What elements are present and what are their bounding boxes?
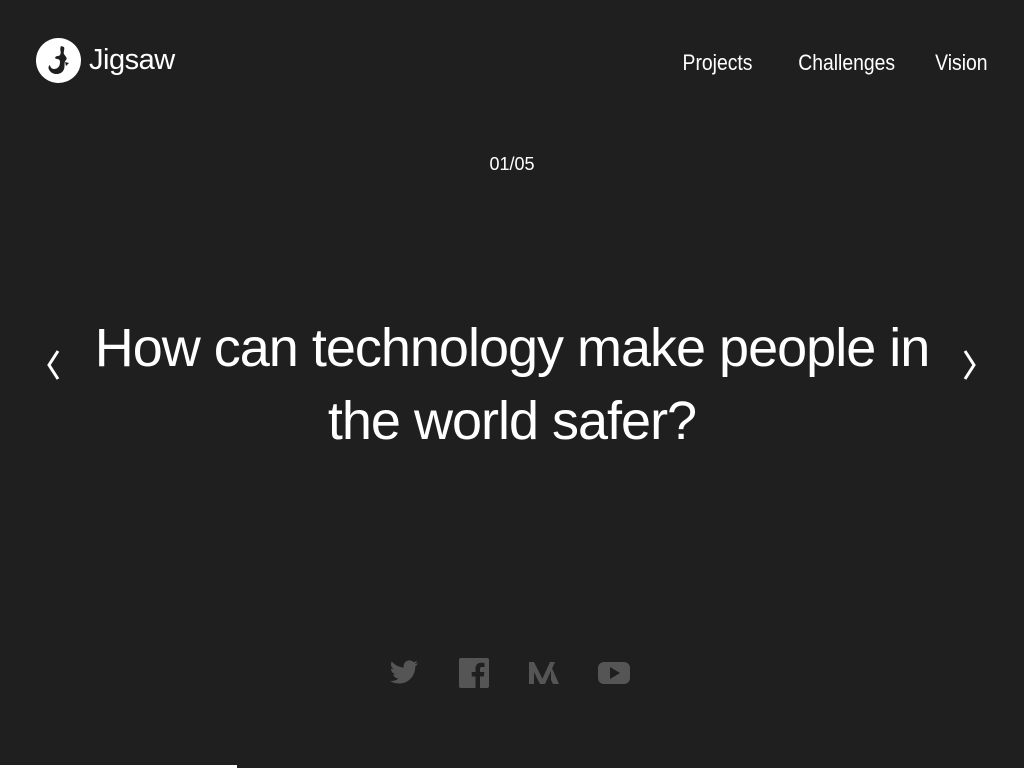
prev-slide-button[interactable]	[38, 340, 68, 390]
main-nav: Projects Challenges Vision	[673, 50, 988, 76]
medium-icon	[529, 662, 559, 684]
slide-title: How can technology make people in the wo…	[94, 318, 931, 451]
facebook-link[interactable]	[458, 656, 490, 690]
twitter-icon	[389, 660, 418, 684]
youtube-icon	[598, 662, 630, 684]
next-slide-button[interactable]	[955, 340, 985, 390]
nav-item-vision[interactable]: Vision	[936, 50, 988, 76]
nav-item-challenges[interactable]: Challenges	[799, 50, 896, 76]
brand-name: Jigsaw	[89, 44, 175, 76]
social-links	[388, 656, 630, 690]
twitter-link[interactable]	[388, 656, 420, 690]
chevron-left-icon	[47, 350, 60, 380]
facebook-icon	[459, 658, 489, 688]
slide-counter: 01/05	[489, 154, 535, 174]
chevron-right-icon	[963, 350, 976, 380]
logo-link[interactable]: Jigsaw	[36, 38, 175, 83]
nav-item-projects[interactable]: Projects	[682, 50, 752, 76]
youtube-link[interactable]	[598, 656, 630, 690]
page: Jigsaw Projects Challenges Vision 01/05 …	[0, 0, 1024, 768]
jigsaw-logo-icon	[36, 38, 81, 83]
medium-link[interactable]	[528, 656, 560, 690]
